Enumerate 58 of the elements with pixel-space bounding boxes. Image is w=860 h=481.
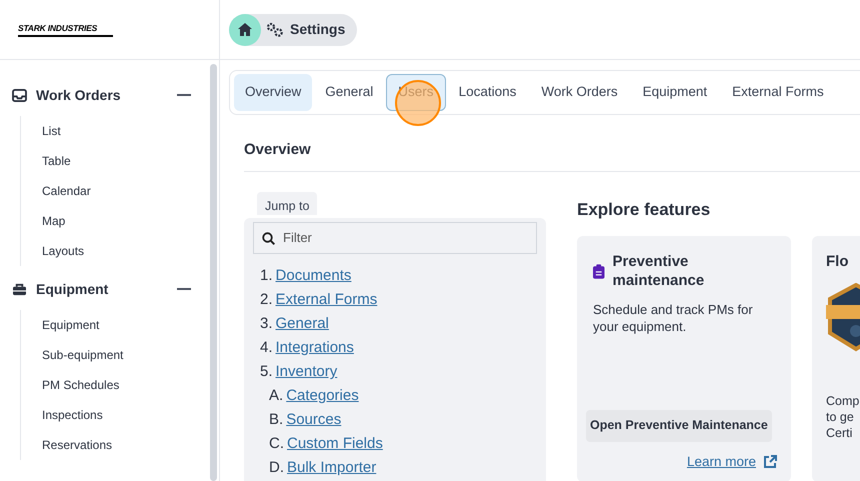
tab[interactable]: Overview [234, 74, 312, 111]
external-link-icon[interactable] [763, 454, 777, 469]
list-marker: D. [269, 458, 284, 478]
inbox-icon [12, 88, 27, 102]
tab[interactable]: General [313, 74, 386, 111]
card-description-line: to ge [826, 409, 855, 425]
nav-section-title[interactable]: Equipment [36, 278, 177, 300]
nav-item[interactable]: Layouts [42, 242, 84, 260]
section-link[interactable]: Categories [286, 385, 359, 408]
toolbox-icon [12, 282, 27, 296]
nav-item[interactable]: Map [42, 212, 66, 230]
tab[interactable]: Locations [446, 74, 528, 111]
open-feature-button[interactable]: Open Preventive Maintenance [586, 410, 772, 442]
card-description: Schedule and track PMs for your equipment. [593, 301, 754, 335]
list-marker: C. [269, 434, 284, 454]
filter-field[interactable]: Filter [253, 222, 537, 254]
section-link[interactable]: Inventory [276, 361, 338, 384]
nav-item[interactable]: Equipment [42, 316, 100, 334]
tab[interactable]: Equipment [630, 74, 720, 111]
nav-item[interactable]: Calendar [42, 182, 91, 200]
learn-more-link[interactable]: Learn more [686, 452, 756, 472]
nav-item[interactable]: Sub-equipment [42, 346, 124, 364]
list-marker: 5. [260, 362, 273, 382]
nav-item[interactable]: Reservations [42, 436, 112, 454]
list-marker: 3. [260, 314, 273, 334]
section-title: Overview [244, 140, 312, 160]
tab[interactable]: External Forms [720, 74, 836, 111]
jump-to-label: Jump to [257, 192, 318, 216]
nav-item[interactable]: PM Schedules [42, 376, 120, 394]
card-description-line: Comp [826, 393, 860, 409]
card-title: Flo [826, 252, 850, 271]
gears-icon [266, 22, 284, 37]
list-marker: 1. [260, 266, 273, 286]
section-link[interactable]: General [276, 313, 329, 336]
section-link[interactable]: Bulk Importer [287, 457, 376, 480]
company-logo: STARK INDUSTRIES [18, 22, 114, 37]
section-link[interactable]: External Forms [276, 289, 378, 312]
nav-item[interactable]: Table [42, 152, 71, 170]
card-title: Preventive maintenance [612, 252, 706, 290]
scrollbar[interactable] [210, 64, 217, 481]
section-link[interactable]: Custom Fields [287, 433, 383, 456]
home-button[interactable] [229, 14, 261, 46]
clipboard-icon [593, 264, 604, 279]
nav-section-title[interactable]: Work Orders [36, 84, 177, 106]
list-marker: 4. [260, 338, 273, 358]
section-link[interactable]: Integrations [276, 337, 354, 360]
explore-title: Explore features [577, 198, 712, 220]
list-marker: B. [269, 410, 284, 430]
list-marker: 2. [260, 290, 273, 310]
search-icon [262, 232, 275, 244]
section-link[interactable]: Sources [286, 409, 342, 432]
list-marker: A. [269, 386, 284, 406]
section-link[interactable]: Documents [276, 265, 352, 288]
nav-item[interactable]: List [42, 122, 61, 140]
home-icon [238, 23, 252, 36]
nav-item[interactable]: Inspections [42, 406, 103, 424]
card-description-line: Certi [826, 425, 854, 441]
tab[interactable]: Work Orders [529, 74, 630, 111]
